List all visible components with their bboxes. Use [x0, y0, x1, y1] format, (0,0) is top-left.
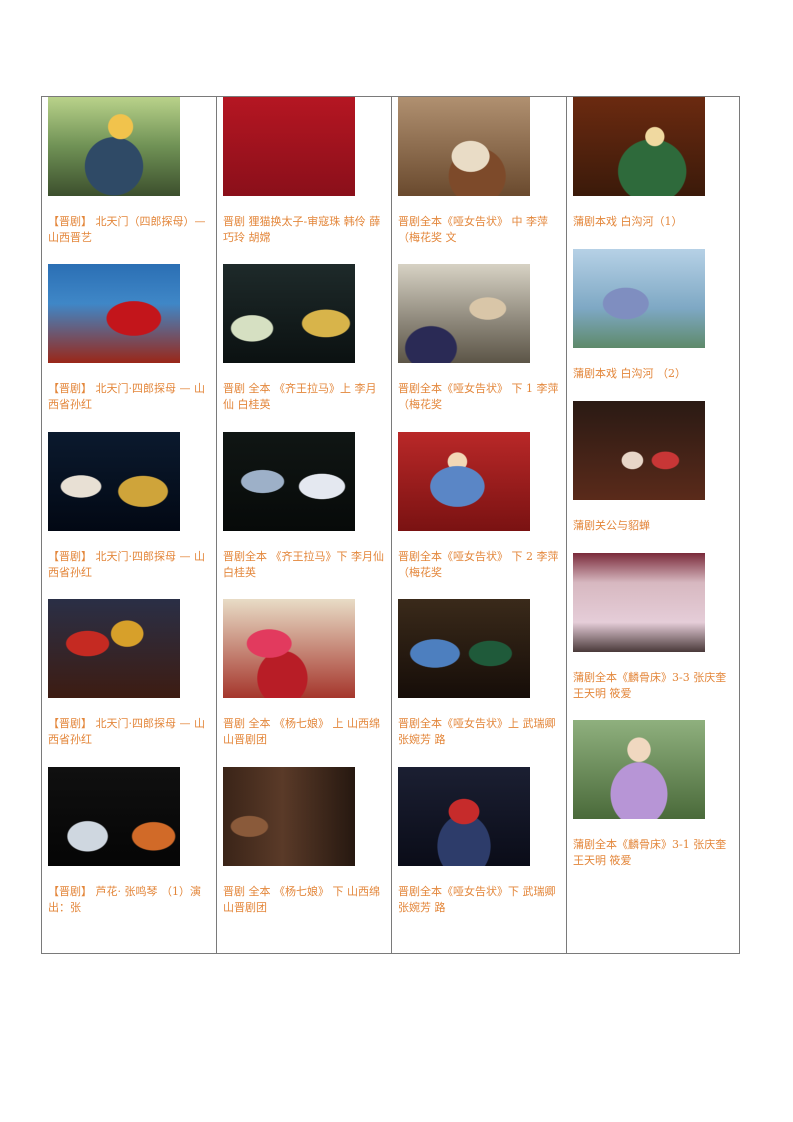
video-title-link[interactable]: 晋剧全本《哑女告状》 中 李萍 （梅花奖 文 — [398, 214, 562, 246]
jinju-stage-photo-icon[interactable] — [48, 599, 180, 698]
list-item[interactable]: 晋剧 全本 《杨七娘》 下 山西绵山晋剧团 — [223, 767, 387, 916]
video-title-link[interactable]: 晋剧 狸猫换太子-审寇珠 韩伶 薛巧玲 胡嫦 — [223, 214, 387, 246]
jinju-performer-photo-icon[interactable] — [48, 97, 180, 196]
video-title-link[interactable]: 蒲剧本戏 白沟河（1） — [573, 214, 737, 230]
puju-performer-photo-icon[interactable] — [573, 97, 705, 196]
list-item[interactable]: 晋剧全本《哑女告状》下 武瑞卿 张婉芳 路 — [398, 767, 562, 916]
table-column-4: 蒲剧本戏 白沟河（1） 蒲剧本戏 白沟河 （2） 蒲剧关公与貂蝉 蒲剧全本《麟骨… — [567, 97, 739, 953]
list-item[interactable]: 晋剧 全本 《齐王拉马》上 李月仙 白桂英 — [223, 264, 387, 413]
video-title-link[interactable]: 【晋剧】 北天门·四郎探母 — 山西省孙红 — [48, 549, 212, 581]
video-title-link[interactable]: 【晋剧】 北天门（四郎探母）— 山西晋艺 — [48, 214, 212, 246]
video-title-link[interactable]: 晋剧全本 《齐王拉马》下 李月仙 白桂英 — [223, 549, 387, 581]
jinju-stage-photo-icon[interactable] — [398, 599, 530, 698]
list-item[interactable]: 蒲剧全本《麟骨床》3-1 张庆奎 王天明 筱爱 — [573, 720, 737, 869]
list-item[interactable]: 晋剧全本《哑女告状》 中 李萍 （梅花奖 文 — [398, 97, 562, 246]
list-item[interactable]: 【晋剧】 北天门（四郎探母）— 山西晋艺 — [48, 97, 212, 246]
video-title-link[interactable]: 晋剧 全本 《杨七娘》 上 山西绵山晋剧团 — [223, 716, 387, 748]
jinju-performer-photo-icon[interactable] — [223, 599, 355, 698]
video-title-link[interactable]: 晋剧全本《哑女告状》上 武瑞卿 张婉芳 路 — [398, 716, 562, 748]
video-title-link[interactable]: 蒲剧全本《麟骨床》3-3 张庆奎 王天明 筱爱 — [573, 670, 737, 702]
video-title-link[interactable]: 蒲剧全本《麟骨床》3-1 张庆奎 王天明 筱爱 — [573, 837, 737, 869]
jinju-stage-photo-icon[interactable] — [398, 264, 530, 363]
list-item[interactable]: 蒲剧本戏 白沟河（1） — [573, 97, 737, 230]
list-item[interactable]: 晋剧全本《哑女告状》上 武瑞卿 张婉芳 路 — [398, 599, 562, 748]
list-item[interactable]: 【晋剧】 北天门·四郎探母 — 山西省孙红 — [48, 599, 212, 748]
jinju-stage-photo-icon[interactable] — [223, 767, 355, 866]
list-item[interactable]: 蒲剧关公与貂蝉 — [573, 401, 737, 534]
list-item[interactable]: 晋剧全本《哑女告状》 下 1 李萍 （梅花奖 — [398, 264, 562, 413]
jinju-stage-photo-icon[interactable] — [48, 432, 180, 531]
table-column-3: 晋剧全本《哑女告状》 中 李萍 （梅花奖 文 晋剧全本《哑女告状》 下 1 李萍… — [392, 97, 567, 953]
puju-stage-photo-icon[interactable] — [573, 249, 705, 348]
jinju-stage-photo-icon[interactable] — [398, 767, 530, 866]
video-title-link[interactable]: 晋剧全本《哑女告状》 下 1 李萍 （梅花奖 — [398, 381, 562, 413]
video-title-link[interactable]: 【晋剧】 芦花· 张鸣琴 （1）演出：张 — [48, 884, 212, 916]
jinju-stage-photo-icon[interactable] — [223, 264, 355, 363]
jinju-stage-photo-icon[interactable] — [223, 432, 355, 531]
jinju-performer-photo-icon[interactable] — [48, 264, 180, 363]
list-item[interactable]: 晋剧全本《哑女告状》 下 2 李萍 （梅花奖 — [398, 432, 562, 581]
puju-stage-photo-icon[interactable] — [573, 553, 705, 652]
list-item[interactable]: 【晋剧】 北天门·四郎探母 — 山西省孙红 — [48, 432, 212, 581]
video-title-link[interactable]: 蒲剧关公与貂蝉 — [573, 518, 737, 534]
jinju-performer-photo-icon[interactable] — [398, 432, 530, 531]
puju-performer-photo-icon[interactable] — [573, 720, 705, 819]
puju-stage-photo-icon[interactable] — [573, 401, 705, 500]
list-item[interactable]: 晋剧 全本 《杨七娘》 上 山西绵山晋剧团 — [223, 599, 387, 748]
video-title-link[interactable]: 晋剧全本《哑女告状》下 武瑞卿 张婉芳 路 — [398, 884, 562, 916]
video-title-link[interactable]: 【晋剧】 北天门·四郎探母 — 山西省孙红 — [48, 716, 212, 748]
list-item[interactable]: 晋剧 狸猫换太子-审寇珠 韩伶 薛巧玲 胡嫦 — [223, 97, 387, 246]
video-title-link[interactable]: 蒲剧本戏 白沟河 （2） — [573, 366, 737, 382]
list-item[interactable]: 【晋剧】 芦花· 张鸣琴 （1）演出：张 — [48, 767, 212, 916]
list-item[interactable]: 【晋剧】 北天门·四郎探母 — 山西省孙红 — [48, 264, 212, 413]
video-title-link[interactable]: 晋剧全本《哑女告状》 下 2 李萍 （梅花奖 — [398, 549, 562, 581]
list-item[interactable]: 晋剧全本 《齐王拉马》下 李月仙 白桂英 — [223, 432, 387, 581]
video-title-link[interactable]: 晋剧 全本 《杨七娘》 下 山西绵山晋剧团 — [223, 884, 387, 916]
table-column-1: 【晋剧】 北天门（四郎探母）— 山西晋艺 【晋剧】 北天门·四郎探母 — 山西省… — [42, 97, 217, 953]
video-list-table: 【晋剧】 北天门（四郎探母）— 山西晋艺 【晋剧】 北天门·四郎探母 — 山西省… — [41, 96, 740, 954]
jinju-performer-photo-icon[interactable] — [398, 97, 530, 196]
jinju-stage-photo-icon[interactable] — [48, 767, 180, 866]
title-card-photo-icon[interactable] — [223, 97, 355, 196]
table-column-2: 晋剧 狸猫换太子-审寇珠 韩伶 薛巧玲 胡嫦 晋剧 全本 《齐王拉马》上 李月仙… — [217, 97, 392, 953]
list-item[interactable]: 蒲剧全本《麟骨床》3-3 张庆奎 王天明 筱爱 — [573, 553, 737, 702]
list-item[interactable]: 蒲剧本戏 白沟河 （2） — [573, 249, 737, 382]
video-title-link[interactable]: 【晋剧】 北天门·四郎探母 — 山西省孙红 — [48, 381, 212, 413]
video-title-link[interactable]: 晋剧 全本 《齐王拉马》上 李月仙 白桂英 — [223, 381, 387, 413]
